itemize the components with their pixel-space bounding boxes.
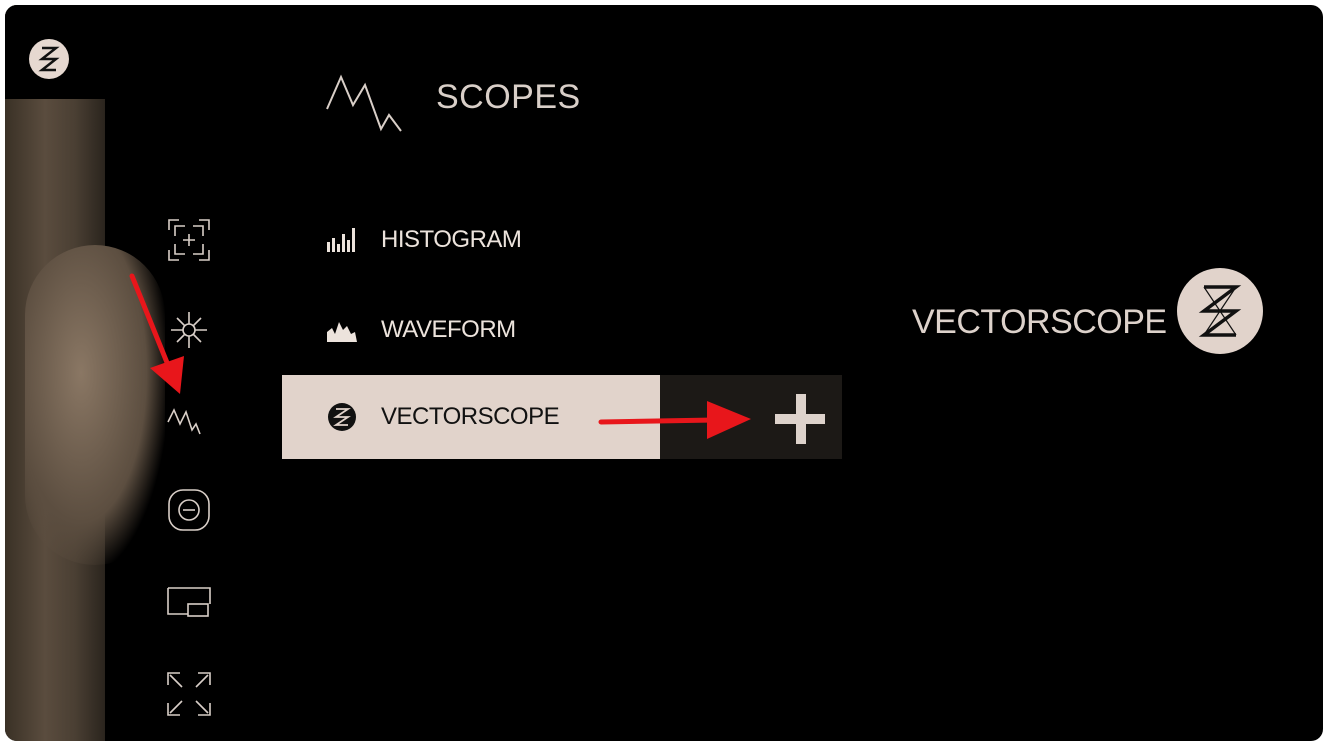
display-icon[interactable] — [163, 576, 215, 628]
vectorscope-icon — [327, 402, 357, 432]
logo-area — [5, 5, 105, 99]
overlay-icon[interactable] — [163, 484, 215, 536]
background-photo — [5, 5, 165, 741]
app-logo-icon[interactable] — [29, 39, 69, 79]
histogram-icon — [327, 225, 357, 255]
menu-item-label: WAVEFORM — [381, 316, 516, 343]
vectorscope-logo-icon — [1177, 268, 1263, 354]
exposure-icon[interactable] — [163, 304, 215, 356]
menu-item-histogram[interactable]: HISTOGRAM — [282, 198, 522, 282]
selected-scope-label: VECTORSCOPE — [912, 303, 1167, 341]
scopes-icon[interactable] — [163, 394, 215, 446]
page-title: SCOPES — [436, 78, 581, 116]
app-window — [5, 5, 1323, 741]
waveform-icon — [327, 315, 357, 345]
menu-item-label: HISTOGRAM — [381, 226, 522, 253]
menu-item-waveform[interactable]: WAVEFORM — [282, 288, 516, 372]
fullscreen-icon[interactable] — [163, 668, 215, 720]
focus-assist-icon[interactable] — [163, 214, 215, 266]
plus-icon[interactable] — [773, 392, 829, 448]
menu-item-label: VECTORSCOPE — [381, 403, 560, 430]
waveform-line-icon — [326, 74, 402, 132]
menu-item-vectorscope[interactable]: VECTORSCOPE — [282, 375, 660, 459]
